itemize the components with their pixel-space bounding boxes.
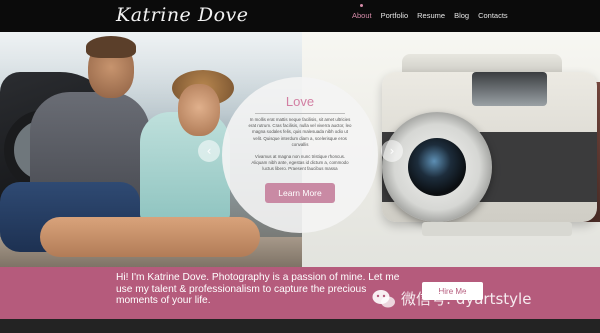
nav-item-about[interactable]: About	[352, 4, 372, 25]
watermark-text: 微信号: dyartstyle	[401, 290, 532, 308]
footer-strip	[0, 319, 600, 333]
camera-lens-glass	[408, 138, 466, 196]
learn-more-button[interactable]: Learn More	[265, 183, 335, 203]
circle-paragraph-2: Vivamus at magna non nunc tristique rhon…	[251, 154, 349, 172]
banner-text: Hi! I'm Katrine Dove. Photography is a p…	[116, 272, 400, 306]
intro-circle: Love In mollis erat mattis neque facilis…	[222, 77, 378, 233]
circle-paragraph-1: In mollis erat mattis neque facilisis, s…	[248, 117, 352, 147]
chevron-left-icon[interactable]: ‹	[198, 140, 220, 162]
camera-base	[422, 222, 572, 236]
hero-slider: ‹ › Love In mollis erat mattis neque fac…	[0, 32, 600, 267]
woman-head	[178, 84, 220, 136]
site-header: Katrine Dove About Portfolio Resume Blog…	[0, 0, 600, 32]
camera-viewfinder	[472, 72, 547, 106]
nav-item-resume[interactable]: Resume	[417, 11, 445, 25]
wechat-icon	[372, 289, 395, 307]
woman-legs	[40, 217, 260, 257]
man-hair	[86, 36, 136, 58]
nav-item-contacts[interactable]: Contacts	[478, 11, 508, 25]
intro-banner: Hi! I'm Katrine Dove. Photography is a p…	[0, 267, 600, 319]
divider	[255, 113, 345, 114]
nav-item-portfolio[interactable]: Portfolio	[381, 11, 409, 25]
main-nav: About Portfolio Resume Blog Contacts	[352, 4, 508, 25]
site-logo[interactable]: Katrine Dove	[116, 4, 249, 26]
watermark: 微信号: dyartstyle	[372, 288, 531, 309]
circle-title: Love	[285, 94, 315, 109]
chevron-right-icon[interactable]: ›	[381, 140, 403, 162]
nav-item-blog[interactable]: Blog	[454, 11, 469, 25]
